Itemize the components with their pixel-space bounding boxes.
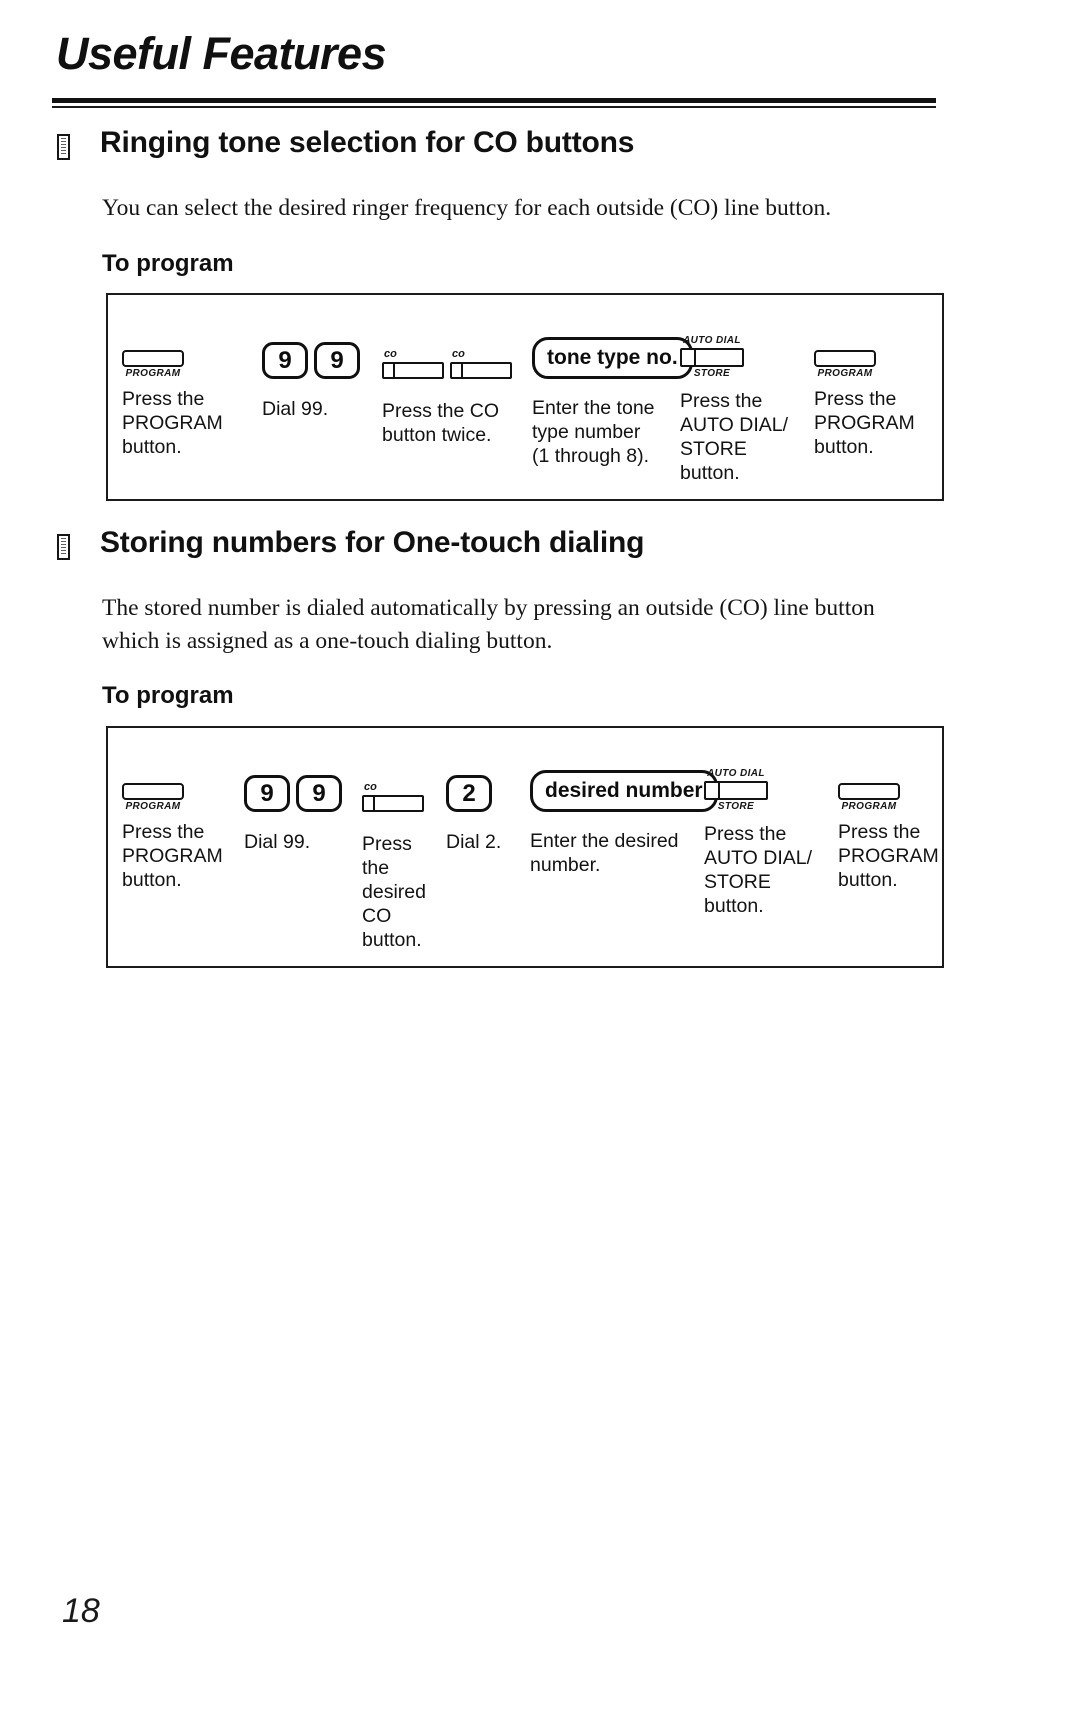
co-button-label: co xyxy=(364,781,377,793)
step-press-desired-co: co Press the desired CO button. xyxy=(348,750,432,952)
procedure-diagram: PROGRAM Press the PROGRAM button. 9 9 Di… xyxy=(106,726,944,968)
keypad-key-9-first[interactable]: 9 xyxy=(244,775,290,812)
step-caption: Dial 99. xyxy=(262,398,329,420)
title-divider xyxy=(52,98,936,108)
step-icon-group: PROGRAM xyxy=(814,317,930,379)
step-caption: Press the desired CO button. xyxy=(362,833,426,951)
section-ringing-tone: Ringing tone selection for CO buttons Yo… xyxy=(0,126,1080,501)
program-button-label: PROGRAM xyxy=(817,368,873,379)
keypad-key-9-second[interactable]: 9 xyxy=(296,775,342,812)
section-heading: Ringing tone selection for CO buttons xyxy=(100,126,635,159)
step-caption: Dial 99. xyxy=(244,831,311,853)
program-button-label: PROGRAM xyxy=(841,801,897,812)
section-body-text: The stored number is dialed automaticall… xyxy=(102,595,875,654)
bullet-square-icon xyxy=(57,134,70,160)
step-icon-group: PROGRAM xyxy=(122,750,230,812)
manual-page: Useful Features Ringing tone selection f… xyxy=(0,0,1080,1725)
program-button-bar xyxy=(838,783,900,800)
divider-thick-line xyxy=(52,98,936,103)
program-button-bar xyxy=(814,350,876,367)
step-icon-group: 9 9 xyxy=(244,750,348,822)
keypad-key-9-first[interactable]: 9 xyxy=(262,342,308,379)
section-header: Storing numbers for One-touch dialing xyxy=(0,526,1080,574)
step-enter-tone-type: tone type no. Enter the tone type number… xyxy=(518,317,693,468)
auto-dial-label: AUTO DIAL xyxy=(707,768,765,779)
co-button-label: co xyxy=(384,348,397,360)
step-caption: Press the PROGRAM button. xyxy=(814,388,915,458)
program-button-bar xyxy=(122,783,184,800)
page-number: 18 xyxy=(62,1592,100,1630)
step-icon-group: AUTO DIAL STORE xyxy=(704,750,824,814)
procedure-steps: PROGRAM Press the PROGRAM button. 9 9 Di… xyxy=(108,295,942,499)
step-press-auto-dial-store: AUTO DIAL STORE Press the AUTO DIAL/ STO… xyxy=(666,317,800,485)
program-button-icon[interactable]: PROGRAM xyxy=(122,350,184,379)
auto-dial-label: AUTO DIAL xyxy=(683,335,741,346)
co-button-icon-first[interactable]: co xyxy=(382,349,444,379)
section-body-text: You can select the desired ringer freque… xyxy=(102,195,832,221)
step-caption: Enter the tone type number (1 through 8)… xyxy=(532,397,655,467)
step-icon-group: 2 xyxy=(446,750,516,822)
step-icon-group: PROGRAM xyxy=(838,750,936,812)
procedure-diagram: PROGRAM Press the PROGRAM button. 9 9 Di… xyxy=(106,293,944,501)
keypad-key-2[interactable]: 2 xyxy=(446,775,492,812)
step-press-program-final: PROGRAM Press the PROGRAM button. xyxy=(824,750,939,892)
section-subheading: To program xyxy=(102,682,234,709)
program-button-icon[interactable]: PROGRAM xyxy=(814,350,876,379)
keypad-key-9-second[interactable]: 9 xyxy=(314,342,360,379)
co-button-bar xyxy=(450,362,512,379)
divider-thin-line xyxy=(52,106,936,108)
step-caption: Press the PROGRAM button. xyxy=(122,821,223,891)
step-caption: Dial 2. xyxy=(446,831,502,853)
section-heading: Storing numbers for One-touch dialing xyxy=(100,526,645,559)
step-caption: Press the AUTO DIAL/ STORE button. xyxy=(704,823,813,917)
step-icon-group: desired number xyxy=(530,750,718,821)
auto-dial-store-bar xyxy=(680,348,744,367)
step-enter-desired-number: desired number Enter the desired number. xyxy=(516,750,718,877)
co-button-icon[interactable]: co xyxy=(362,782,424,812)
co-button-bar xyxy=(362,795,424,812)
step-icon-group: co co xyxy=(382,317,518,391)
step-caption: Press the CO button twice. xyxy=(382,400,500,446)
step-press-program: PROGRAM Press the PROGRAM button. xyxy=(108,750,230,892)
program-button-label: PROGRAM xyxy=(125,368,181,379)
section-subheading: To program xyxy=(102,250,234,277)
step-icon-group: tone type no. xyxy=(532,317,693,388)
program-button-icon[interactable]: PROGRAM xyxy=(838,783,900,812)
step-icon-group: 9 9 xyxy=(262,317,368,389)
auto-dial-store-button-icon[interactable]: AUTO DIAL STORE xyxy=(704,768,768,812)
co-button-icon-second[interactable]: co xyxy=(450,349,512,379)
step-press-program: PROGRAM Press the PROGRAM button. xyxy=(108,317,248,459)
step-caption: Press the AUTO DIAL/ STORE button. xyxy=(680,390,789,484)
step-dial-2: 2 Dial 2. xyxy=(432,750,516,854)
store-label: STORE xyxy=(693,368,731,379)
co-button-bar xyxy=(382,362,444,379)
step-caption: Enter the desired number. xyxy=(530,830,679,876)
step-icon-group: AUTO DIAL STORE xyxy=(680,317,800,381)
procedure-steps: PROGRAM Press the PROGRAM button. 9 9 Di… xyxy=(108,728,942,966)
page-title: Useful Features xyxy=(56,28,387,79)
section-header: Ringing tone selection for CO buttons xyxy=(0,126,1080,174)
co-button-label: co xyxy=(452,348,465,360)
bullet-square-icon xyxy=(57,534,70,560)
step-press-program-final: PROGRAM Press the PROGRAM button. xyxy=(800,317,930,459)
auto-dial-store-button-icon[interactable]: AUTO DIAL STORE xyxy=(680,335,744,379)
section-storing-numbers: Storing numbers for One-touch dialing Th… xyxy=(0,526,1080,968)
step-press-co-twice: co co Press the CO button twice. xyxy=(368,317,518,447)
step-icon-group: PROGRAM xyxy=(122,317,248,379)
step-dial-99: 9 9 Dial 99. xyxy=(248,317,368,421)
program-button-icon[interactable]: PROGRAM xyxy=(122,783,184,812)
step-caption: Press the PROGRAM button. xyxy=(122,388,223,458)
auto-dial-store-bar xyxy=(704,781,768,800)
step-icon-group: co xyxy=(362,750,432,824)
step-press-auto-dial-store: AUTO DIAL STORE Press the AUTO DIAL/ STO… xyxy=(690,750,824,918)
program-button-bar xyxy=(122,350,184,367)
step-dial-99: 9 9 Dial 99. xyxy=(230,750,348,854)
step-caption: Press the PROGRAM button. xyxy=(838,821,939,891)
store-label: STORE xyxy=(717,801,755,812)
program-button-label: PROGRAM xyxy=(125,801,181,812)
